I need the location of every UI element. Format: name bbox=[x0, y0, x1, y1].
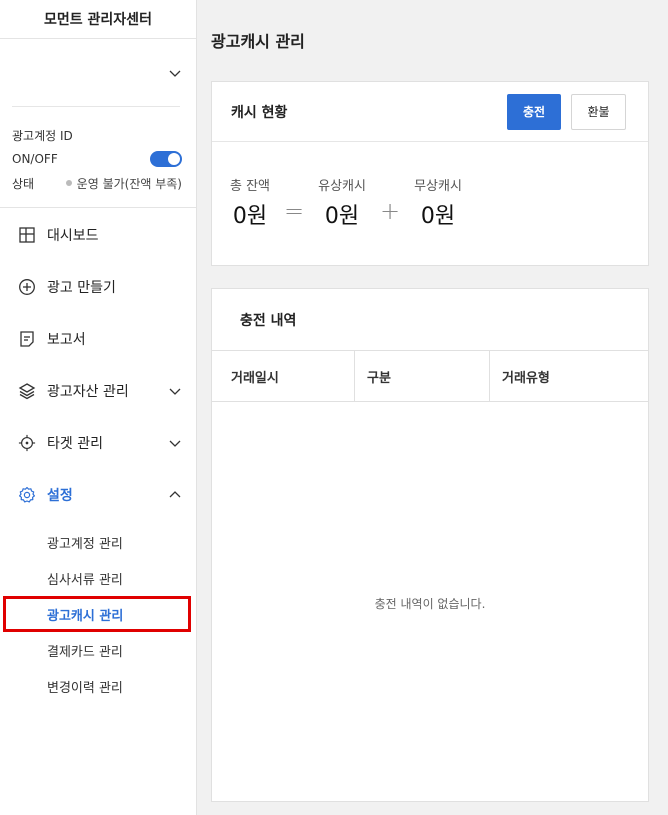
submenu-item-ad-account[interactable]: 광고계정 관리 bbox=[0, 524, 196, 560]
refund-button[interactable]: 환불 bbox=[571, 93, 626, 130]
sidebar-item-label: 보고서 bbox=[47, 332, 86, 348]
free-cash: 무상캐시 0원 bbox=[414, 175, 462, 230]
main-content: 광고캐시 관리 캐시 현황 충전 환불 총 잔액 0원 = 유상캐시 0원 + … bbox=[197, 0, 668, 815]
sidebar-item-label: 타겟 관리 bbox=[47, 436, 103, 452]
chevron-down-icon bbox=[169, 70, 181, 77]
free-cash-value: 0원 bbox=[420, 204, 456, 229]
account-id-label: 광고계정 ID bbox=[12, 128, 73, 143]
onoff-toggle[interactable] bbox=[150, 151, 182, 167]
total-balance: 총 잔액 0원 bbox=[230, 175, 270, 230]
submenu-item-ad-cash[interactable]: 광고캐시 관리 bbox=[3, 596, 191, 632]
status-dot-icon bbox=[65, 180, 72, 186]
sidebar-item-ad-assets[interactable]: 광고자산 관리 bbox=[0, 365, 196, 417]
sidebar-item-create-ad[interactable]: 광고 만들기 bbox=[0, 261, 196, 313]
sidebar-item-target[interactable]: 타겟 관리 bbox=[0, 417, 196, 469]
chevron-down-icon bbox=[169, 440, 181, 447]
dashboard-icon bbox=[18, 226, 36, 244]
submenu-item-change-history[interactable]: 변경이력 관리 bbox=[0, 668, 196, 704]
report-icon bbox=[18, 330, 36, 348]
charge-history-card: 충전 내역 거래일시 구분 거래유형 충전 내역이 없습니다. bbox=[211, 288, 649, 802]
sidebar-item-dashboard[interactable]: 대시보드 bbox=[0, 209, 196, 261]
empty-state-text: 충전 내역이 없습니다. bbox=[374, 597, 486, 611]
account-onoff-row: ON/OFF bbox=[12, 147, 182, 171]
plus-circle-icon bbox=[18, 278, 36, 296]
charge-button[interactable]: 충전 bbox=[507, 93, 561, 130]
onoff-label: ON/OFF bbox=[12, 152, 58, 166]
submenu-item-payment-card[interactable]: 결제카드 관리 bbox=[0, 632, 196, 668]
status-value: 운영 불가(잔액 부족) bbox=[76, 176, 182, 191]
cash-status-title: 캐시 현황 bbox=[231, 104, 288, 121]
free-cash-label: 무상캐시 bbox=[414, 179, 462, 194]
paid-cash-label: 유상캐시 bbox=[318, 179, 366, 194]
sidebar-item-label: 광고 만들기 bbox=[47, 280, 116, 296]
cash-status-card: 캐시 현황 충전 환불 총 잔액 0원 = 유상캐시 0원 + 무상캐시 0원 bbox=[211, 81, 649, 266]
layers-icon bbox=[18, 382, 36, 400]
charge-history-title: 충전 내역 bbox=[212, 289, 648, 351]
paid-cash-value: 0원 bbox=[324, 204, 360, 229]
total-balance-label: 총 잔액 bbox=[230, 179, 271, 194]
status-label: 상태 bbox=[12, 176, 35, 191]
submenu-item-review-docs[interactable]: 심사서류 관리 bbox=[0, 560, 196, 596]
account-info: 광고계정 ID ON/OFF 상태 운영 불가(잔액 부족) bbox=[0, 107, 196, 208]
status-badge: 운영 불가(잔액 부족) bbox=[65, 175, 182, 192]
sidebar-item-label: 대시보드 bbox=[47, 228, 99, 244]
sidebar: 모먼트 관리자센터 광고계정 ID ON/OFF 상태 운영 불가(잔액 부족)… bbox=[0, 0, 197, 815]
sidebar-item-settings[interactable]: 설정 bbox=[0, 469, 196, 521]
sidebar-item-label: 설정 bbox=[47, 488, 73, 504]
history-table-header: 거래일시 구분 거래유형 bbox=[212, 351, 648, 402]
gear-icon bbox=[18, 486, 36, 504]
column-header-datetime[interactable]: 거래일시 bbox=[212, 351, 355, 401]
sidebar-item-label: 광고자산 관리 bbox=[47, 384, 129, 400]
cash-balances: 총 잔액 0원 = 유상캐시 0원 + 무상캐시 0원 bbox=[212, 142, 648, 230]
account-select[interactable] bbox=[0, 39, 196, 106]
sidebar-nav: 대시보드 광고 만들기 보고서 광고자산 관리 타겟 관리 설정 광고계정 관리… bbox=[0, 208, 196, 704]
column-header-category[interactable]: 구분 bbox=[355, 351, 490, 401]
sidebar-item-report[interactable]: 보고서 bbox=[0, 313, 196, 365]
paid-cash: 유상캐시 0원 bbox=[318, 175, 366, 230]
chevron-up-icon bbox=[169, 491, 181, 498]
page-title: 광고캐시 관리 bbox=[211, 32, 305, 51]
chevron-down-icon bbox=[169, 388, 181, 395]
column-header-type[interactable]: 거래유형 bbox=[490, 351, 648, 401]
total-balance-value: 0원 bbox=[232, 204, 268, 229]
account-id-row: 광고계정 ID bbox=[12, 123, 182, 147]
target-icon bbox=[18, 434, 36, 452]
cash-status-header: 캐시 현황 충전 환불 bbox=[212, 82, 648, 142]
plus-sign: + bbox=[379, 197, 401, 225]
settings-submenu: 광고계정 관리 심사서류 관리 광고캐시 관리 결제카드 관리 변경이력 관리 bbox=[0, 521, 196, 704]
account-status-row: 상태 운영 불가(잔액 부족) bbox=[12, 171, 182, 195]
equals-sign: = bbox=[284, 197, 305, 225]
brand-title: 모먼트 관리자센터 bbox=[0, 0, 196, 39]
